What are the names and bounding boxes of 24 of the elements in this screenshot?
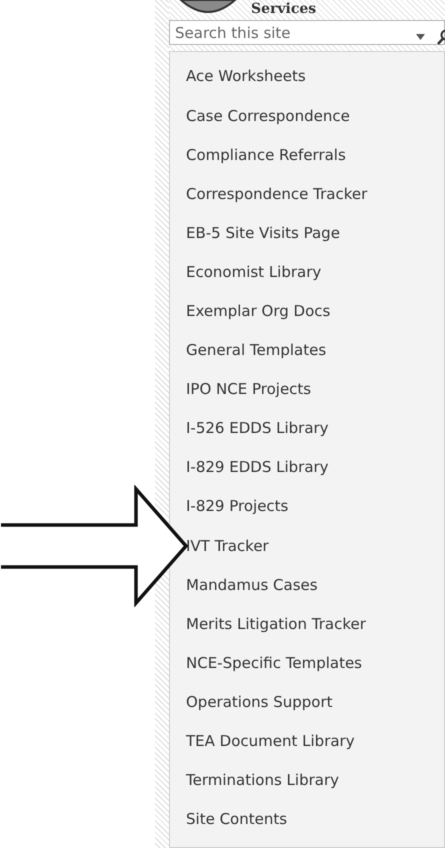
nav-link[interactable]: Exemplar Org Docs [186, 300, 330, 322]
nav-link[interactable]: Site Contents [186, 808, 288, 831]
dropdown-caret-icon[interactable] [416, 34, 425, 40]
nav-link[interactable]: IVT Tracker [186, 534, 269, 558]
nav-link[interactable]: Correspondence Tracker [186, 182, 368, 206]
nav-link[interactable]: Merits Litigation Tracker [186, 612, 366, 636]
search-field[interactable]: Search this site [169, 20, 445, 46]
nav-link[interactable]: I-829 EDDS Library [186, 456, 329, 479]
nav-link[interactable]: General Templates [186, 339, 326, 362]
nav-link[interactable]: Ace Worksheets [186, 65, 306, 88]
nav-link[interactable]: IPO NCE Projects [186, 378, 312, 401]
seal-logo [179, 0, 237, 16]
nav-link[interactable]: Terminations Library [186, 769, 339, 792]
nav-link[interactable]: I-526 EDDS Library [186, 417, 329, 440]
nav-link[interactable]: Operations Support [186, 690, 333, 714]
nav-link[interactable]: I-829 Projects [186, 495, 288, 518]
nav-link[interactable]: TEA Document Library [186, 730, 355, 753]
nav-link[interactable]: Compliance Referrals [186, 144, 346, 166]
nav-link[interactable]: Case Correspondence [186, 104, 350, 128]
nav-link[interactable]: EB-5 Site Visits Page [186, 222, 340, 244]
nav-link[interactable]: Economist Library [186, 260, 322, 284]
site-name: Services [251, 2, 316, 16]
nav-link[interactable]: Mandamus Cases [186, 574, 318, 596]
nav-link[interactable]: NCE-Specific Templates [186, 652, 362, 674]
